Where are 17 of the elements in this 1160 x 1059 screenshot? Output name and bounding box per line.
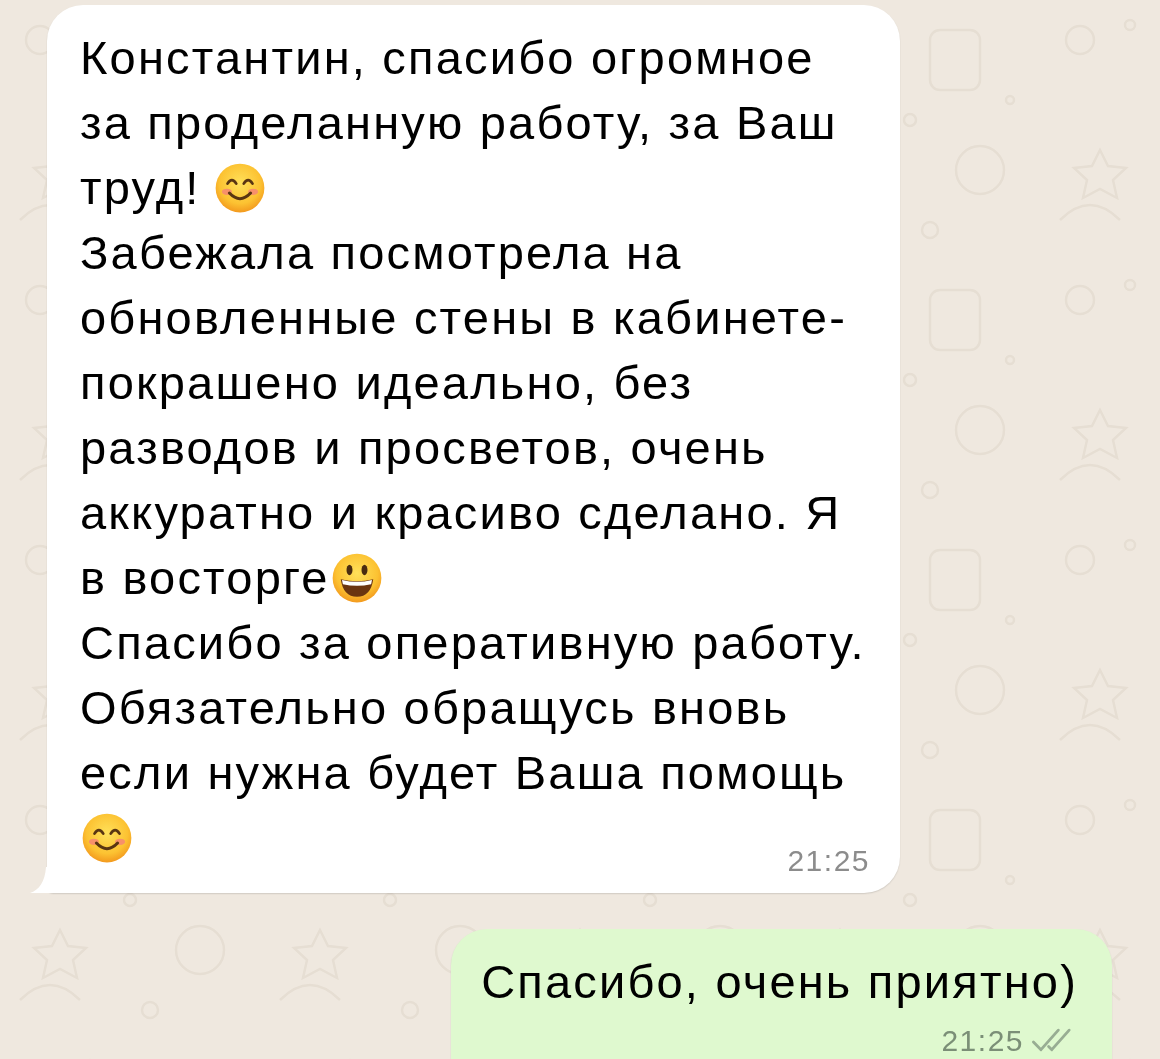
- message-text: Забежала посмотрела на: [80, 225, 683, 281]
- message-text: обновленные стены в кабинете-: [80, 290, 847, 346]
- message-text: Спасибо, очень приятно): [481, 954, 1078, 1010]
- message-text: Спасибо за оперативную работу.: [80, 615, 866, 671]
- message-text: аккуратно и красиво сделано. Я: [80, 485, 842, 541]
- message-text: если нужна будет Ваша помощь: [80, 745, 847, 801]
- message-text: разводов и просветов, очень: [80, 420, 768, 476]
- message-time: 21:25: [787, 846, 870, 876]
- grinning-face-icon: [331, 552, 382, 603]
- smiling-face-icon: [82, 812, 132, 863]
- message-text: в восторге: [80, 550, 330, 606]
- message-text: Константин, спасибо огромное: [80, 30, 815, 86]
- message-text: труд!: [80, 160, 201, 216]
- message-text: Обязательно обращусь вновь: [80, 680, 790, 736]
- message-text: за проделанную работу, за Ваш: [80, 95, 838, 151]
- message-text: покрашено идеально, без: [80, 355, 694, 411]
- message-time: 21:25: [941, 1026, 1024, 1056]
